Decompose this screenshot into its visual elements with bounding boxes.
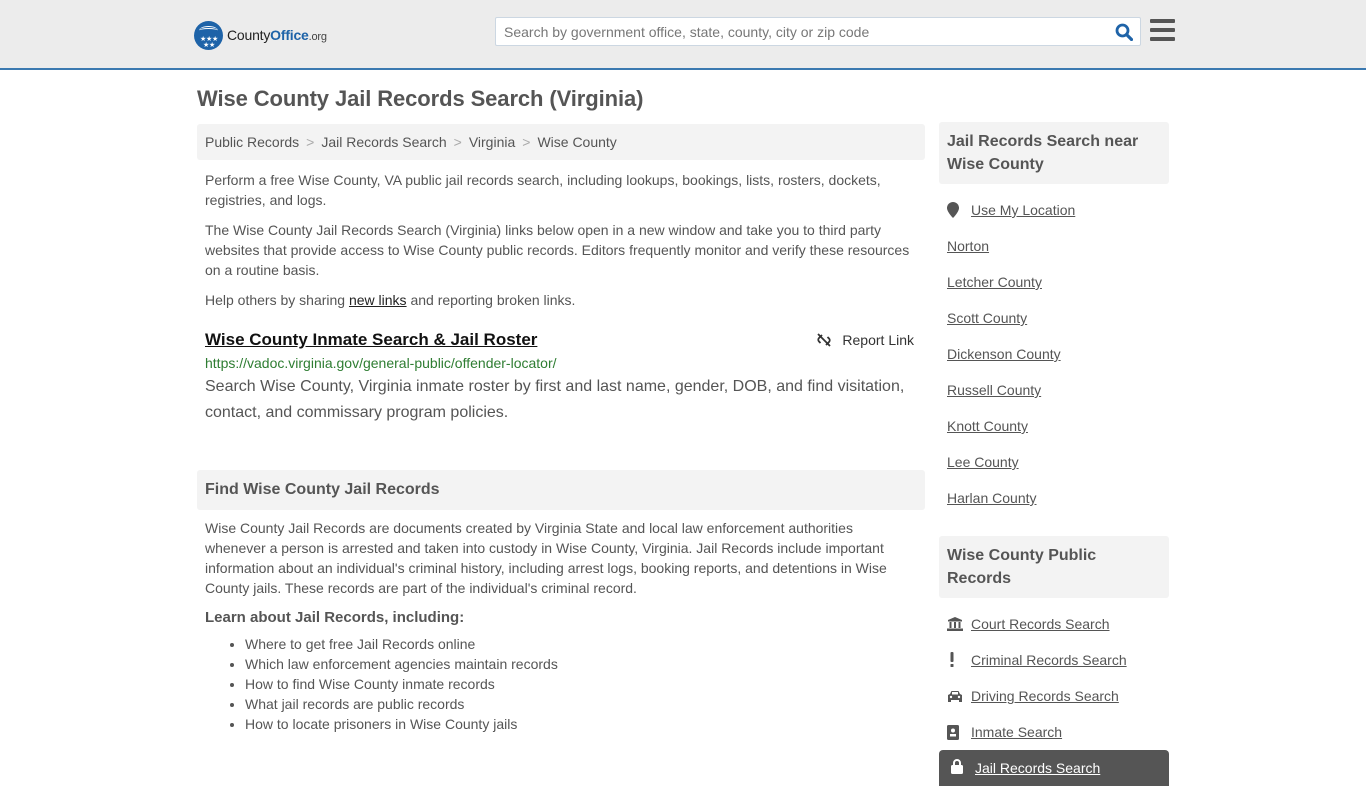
breadcrumb-public-records[interactable]: Public Records: [205, 134, 299, 150]
breadcrumb: Public Records > Jail Records Search > Vir…: [197, 124, 925, 160]
find-records-heading: Find Wise County Jail Records: [197, 470, 925, 510]
list-item: Where to get free Jail Records online: [245, 634, 925, 654]
nearby-link-russell-county[interactable]: Russell County: [947, 382, 1041, 398]
court-records-search-link[interactable]: Court Records Search: [971, 616, 1110, 632]
list-item: How to locate prisoners in Wise County j…: [245, 714, 925, 734]
breadcrumb-separator: >: [522, 134, 531, 150]
use-my-location-item: Use My Location: [947, 192, 1161, 228]
records-item: Inmate Search: [947, 714, 1161, 750]
hamburger-menu-icon[interactable]: [1150, 19, 1175, 41]
map-marker-icon: [947, 202, 959, 218]
logo-text: CountyOffice.org: [227, 27, 327, 43]
breadcrumb-wise-county[interactable]: Wise County: [537, 134, 616, 150]
nearby-item: Russell County: [947, 372, 1161, 408]
public-records-list: Court Records Search Criminal Records Se…: [939, 606, 1169, 750]
site-logo[interactable]: ★ ★ ★ ★ ★ CountyOffice.org: [194, 20, 327, 50]
broken-link-icon: [817, 333, 832, 347]
use-my-location-link[interactable]: Use My Location: [971, 202, 1075, 218]
nearby-link-norton[interactable]: Norton: [947, 238, 989, 254]
intro-paragraph: Perform a free Wise County, VA public ja…: [205, 172, 881, 208]
nearby-item: Lee County: [947, 444, 1161, 480]
nearby-link-letcher-county[interactable]: Letcher County: [947, 274, 1042, 290]
breadcrumb-separator: >: [453, 134, 462, 150]
result-description: Search Wise County, Virginia inmate rost…: [205, 378, 905, 421]
site-header: ★ ★ ★ ★ ★ CountyOffice.org: [0, 0, 1366, 70]
records-item: Court Records Search: [947, 606, 1161, 642]
nearby-item: Knott County: [947, 408, 1161, 444]
sidebar: Jail Records Search near Wise County Use…: [939, 122, 1169, 786]
report-link-button[interactable]: Report Link: [816, 332, 914, 348]
result-url: https://vadoc.virginia.gov/general-publi…: [205, 355, 557, 371]
nearby-heading: Jail Records Search near Wise County: [939, 122, 1169, 184]
learn-list: Where to get free Jail Records online Wh…: [197, 634, 925, 734]
result-title-link[interactable]: Wise County Inmate Search & Jail Roster: [205, 330, 537, 350]
nearby-link-harlan-county[interactable]: Harlan County: [947, 490, 1037, 506]
jail-records-search-link[interactable]: Jail Records Search: [975, 760, 1100, 776]
main-content: Wise County Jail Records Search (Virgini…: [197, 86, 925, 734]
list-item: How to find Wise County inmate records: [245, 674, 925, 694]
id-badge-icon: [947, 724, 959, 740]
search-input[interactable]: [496, 18, 1096, 45]
nearby-link-scott-county[interactable]: Scott County: [947, 310, 1027, 326]
search-box: [495, 17, 1141, 46]
records-item: Driving Records Search: [947, 678, 1161, 714]
breadcrumb-virginia[interactable]: Virginia: [469, 134, 515, 150]
inmate-search-link[interactable]: Inmate Search: [971, 724, 1062, 740]
nearby-link-dickenson-county[interactable]: Dickenson County: [947, 346, 1061, 362]
search-icon[interactable]: [1115, 23, 1133, 41]
disclaimer-paragraph: The Wise County Jail Records Search (Vir…: [205, 222, 910, 278]
find-records-body: Wise County Jail Records are documents c…: [205, 520, 887, 596]
share-text: Help others by sharing: [205, 292, 349, 308]
list-item: What jail records are public records: [245, 694, 925, 714]
nearby-list: Use My Location Norton Letcher County Sc…: [939, 192, 1169, 516]
exclamation-icon: [950, 652, 954, 667]
records-item: Criminal Records Search: [947, 642, 1161, 678]
criminal-records-search-link[interactable]: Criminal Records Search: [971, 652, 1127, 668]
new-links-link[interactable]: new links: [349, 292, 407, 308]
result-item: Wise County Inmate Search & Jail Roster …: [197, 330, 925, 426]
nearby-item: Dickenson County: [947, 336, 1161, 372]
share-paragraph: Help others by sharing new links and rep…: [197, 290, 925, 310]
page-title: Wise County Jail Records Search (Virgini…: [197, 86, 644, 111]
logo-emblem-icon: ★ ★ ★ ★ ★: [194, 20, 223, 50]
courthouse-icon: [947, 617, 963, 631]
nearby-link-knott-county[interactable]: Knott County: [947, 418, 1028, 434]
learn-heading: Learn about Jail Records, including:: [205, 609, 465, 626]
nearby-item: Harlan County: [947, 480, 1161, 516]
active-item-jail-records-search[interactable]: Jail Records Search: [939, 750, 1169, 786]
nearby-item: Scott County: [947, 300, 1161, 336]
list-item: Which law enforcement agencies maintain …: [245, 654, 925, 674]
report-link-label: Report Link: [842, 332, 914, 348]
driving-records-search-link[interactable]: Driving Records Search: [971, 688, 1119, 704]
car-icon: [948, 691, 962, 702]
lock-icon: [951, 759, 963, 774]
breadcrumb-separator: >: [306, 134, 315, 150]
breadcrumb-jail-records-search[interactable]: Jail Records Search: [321, 134, 446, 150]
nearby-link-lee-county[interactable]: Lee County: [947, 454, 1019, 470]
nearby-item: Letcher County: [947, 264, 1161, 300]
public-records-heading: Wise County Public Records: [939, 536, 1169, 598]
share-text-suffix: and reporting broken links.: [406, 292, 576, 308]
nearby-item: Norton: [947, 228, 1161, 264]
